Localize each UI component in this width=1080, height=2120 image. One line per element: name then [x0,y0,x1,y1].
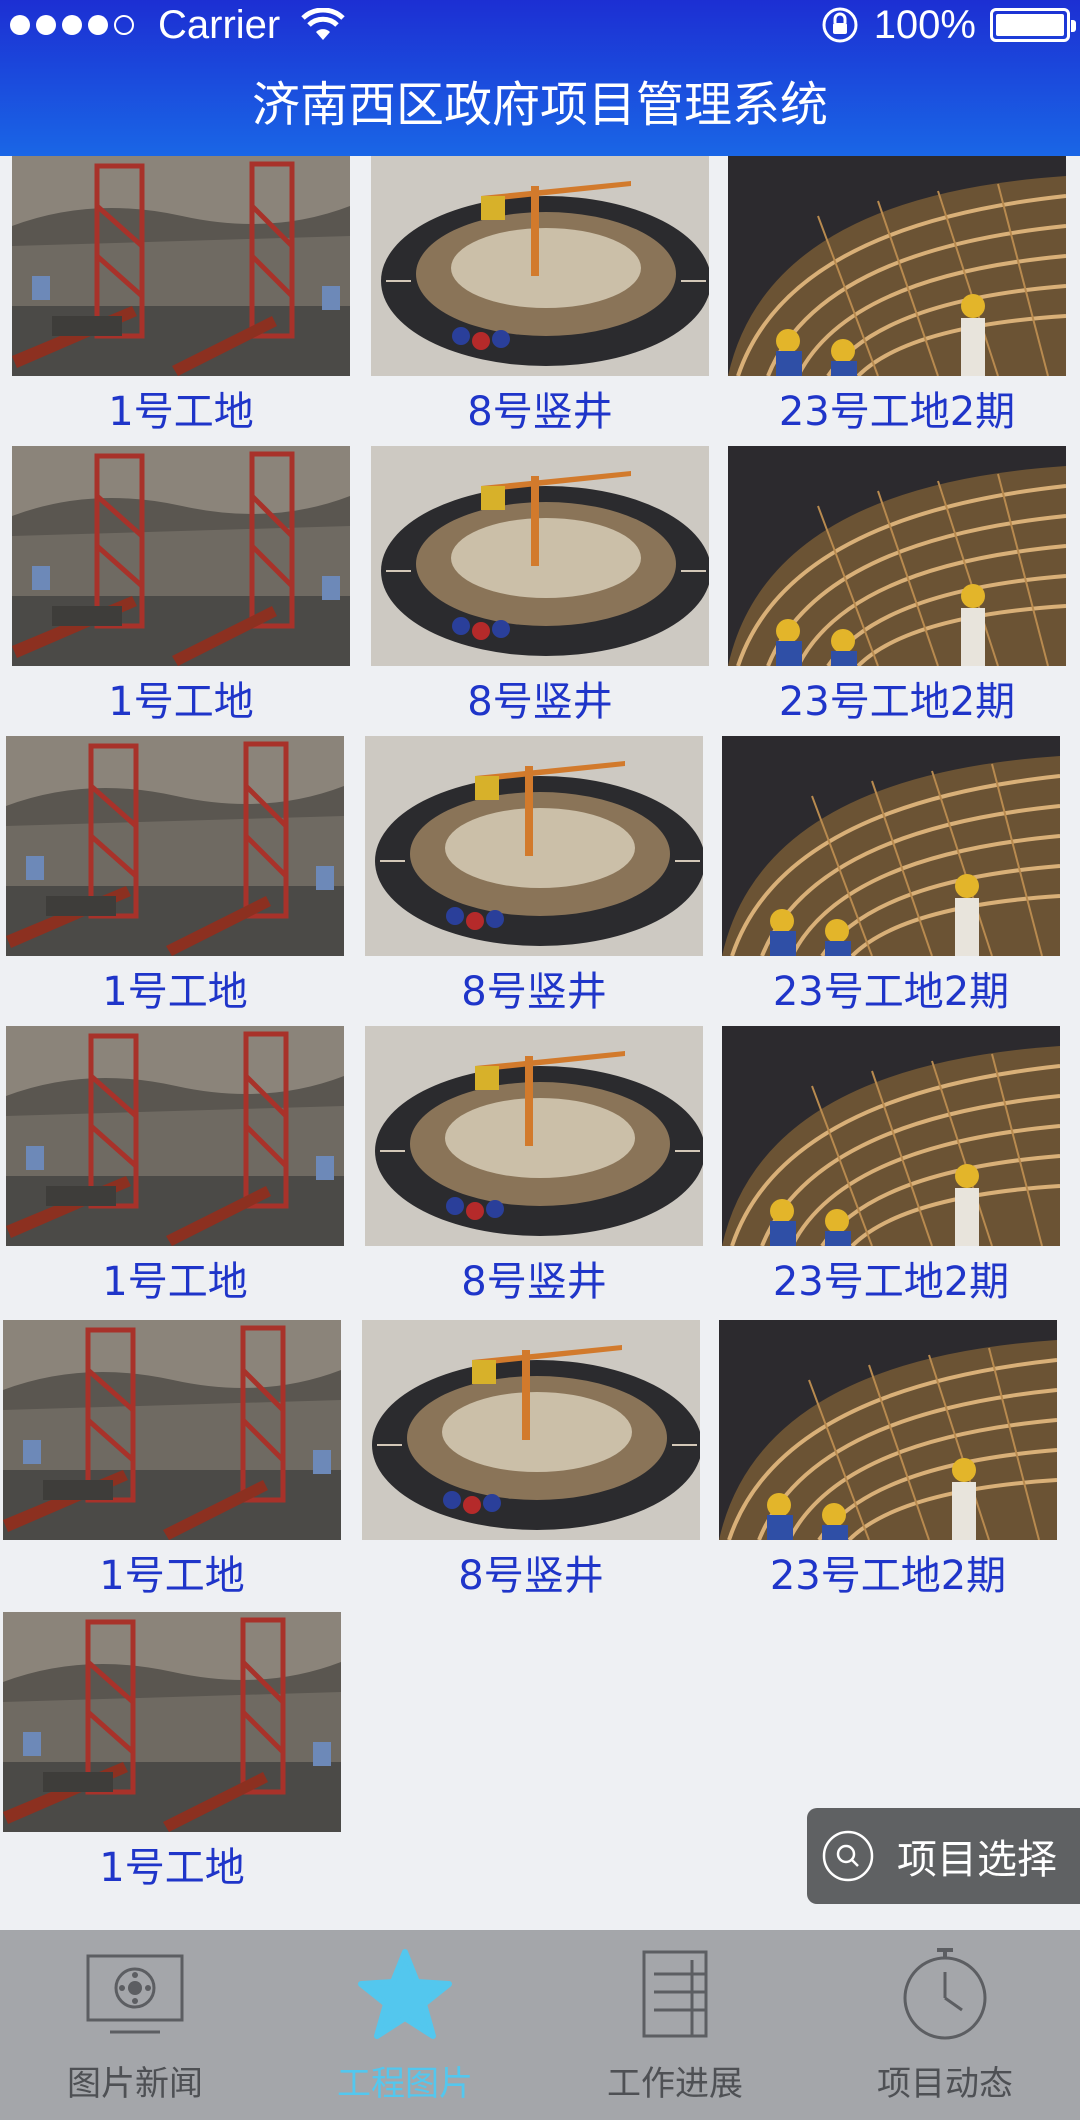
wifi-icon [301,8,345,40]
app-header: Carrier 100% 济南西区政府项目管理系统 [0,0,1080,156]
grid-item-label: 23号工地2期 [772,969,1010,1015]
grid-item-label: 1号工地 [102,1259,248,1305]
tab-label: 项目动态 [877,2064,1013,2104]
grid-item[interactable]: 23号工地2期 [722,736,1060,1026]
site-image [6,736,344,956]
grid-item[interactable]: 1号工地 [6,736,344,1026]
site-image [12,156,350,376]
status-bar: Carrier 100% [0,0,1080,50]
grid-item-label: 23号工地2期 [769,1553,1007,1599]
grid-item[interactable]: 1号工地 [12,156,350,446]
grid-item[interactable]: 8号竖井 [362,1320,700,1610]
tab-project-news[interactable]: 项目动态 [810,1930,1080,2120]
grid-item[interactable]: 23号工地2期 [719,1320,1057,1610]
tunnel-image [719,1320,1057,1540]
tab-picture-news[interactable]: 图片新闻 [0,1930,270,2120]
tab-label: 图片新闻 [67,2064,203,2104]
grid-item-label: 8号竖井 [467,679,613,725]
carrier-name: Carrier [158,2,281,47]
grid-item-label: 8号竖井 [461,1259,607,1305]
search-icon [822,1830,874,1882]
grid-item[interactable]: 8号竖井 [371,156,709,446]
tunnel-image [722,1026,1060,1246]
grid-item[interactable]: 8号竖井 [365,1026,703,1316]
grid-item-label: 1号工地 [108,389,254,435]
battery-percent: 100% [873,2,976,47]
page-title: 济南西区政府项目管理系统 [251,77,828,133]
grid-item[interactable]: 23号工地2期 [728,156,1066,446]
project-select-button[interactable]: 项目选择 [807,1808,1080,1904]
grid-item-label: 1号工地 [108,679,254,725]
signal-strength-icon [10,15,134,35]
grid-item-label: 8号竖井 [458,1553,604,1599]
grid-item-label: 8号竖井 [467,389,613,435]
grid-item[interactable]: 23号工地2期 [722,1026,1060,1316]
tab-work-progress[interactable]: 工作进展 [540,1930,810,2120]
document-icon [642,1950,708,2038]
site-image [6,1026,344,1246]
grid-item-label: 8号竖井 [461,969,607,1015]
grid-item-label: 1号工地 [102,969,248,1015]
tab-label: 工作进展 [607,2064,743,2104]
clock-icon [903,1948,987,2040]
grid-item-label: 23号工地2期 [772,1259,1010,1305]
tunnel-image [728,156,1066,376]
tunnel-image [722,736,1060,956]
shaft-image [365,1026,703,1246]
grid-item-label: 1号工地 [99,1553,245,1599]
grid-item[interactable]: 23号工地2期 [728,446,1066,736]
grid-item[interactable]: 1号工地 [12,446,350,736]
grid-item[interactable]: 1号工地 [3,1612,341,1902]
site-image [3,1612,341,1832]
site-image [3,1320,341,1540]
bottom-tab-bar: 图片新闻 工程图片 工作进展 项目动态 [0,1930,1080,2120]
project-image-grid: 1号工地 8号竖井 23号工地2期 1号工地 8号竖井 23号工地2期 1号工地… [0,156,1080,1926]
grid-item[interactable]: 8号竖井 [365,736,703,1026]
tunnel-image [728,446,1066,666]
shaft-image [365,736,703,956]
grid-item-label: 1号工地 [99,1845,245,1891]
star-icon [358,1949,452,2039]
shaft-image [362,1320,700,1540]
grid-item-label: 23号工地2期 [778,389,1016,435]
battery-icon [990,8,1076,42]
tab-project-images[interactable]: 工程图片 [270,1930,540,2120]
grid-item[interactable]: 8号竖井 [371,446,709,736]
grid-item[interactable]: 1号工地 [6,1026,344,1316]
shaft-image [371,156,709,376]
grid-item[interactable]: 1号工地 [3,1320,341,1610]
tab-label: 工程图片 [337,2064,473,2104]
shaft-image [371,446,709,666]
grid-item-label: 23号工地2期 [778,679,1016,725]
monitor-icon [86,1954,184,2034]
rotation-lock-icon [822,7,858,43]
site-image [12,446,350,666]
project-select-label: 项目选择 [897,1837,1057,1883]
